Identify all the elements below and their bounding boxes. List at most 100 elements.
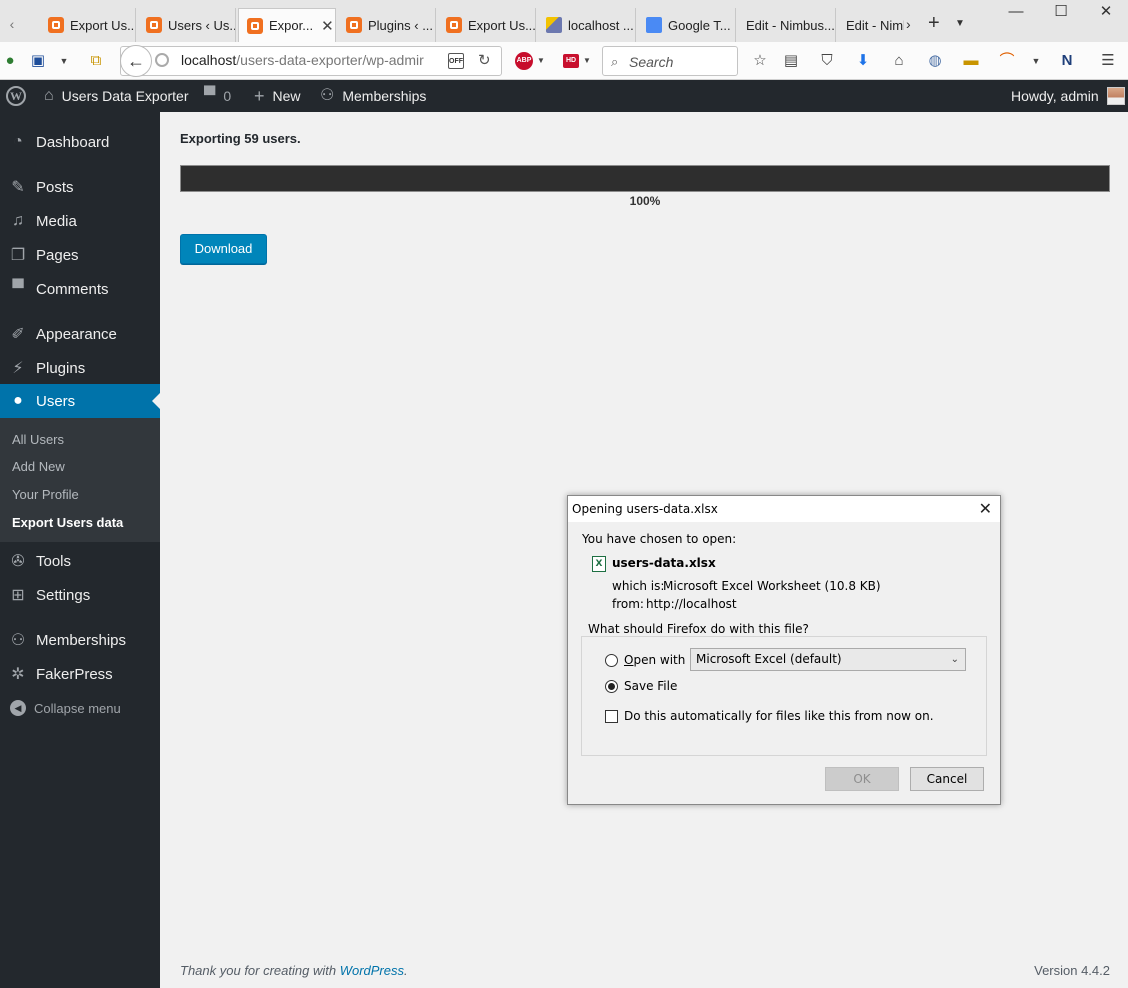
extension-dropdown-icon[interactable]: ▼ — [1026, 51, 1046, 71]
globe-extension-icon[interactable]: ◍ — [925, 51, 945, 71]
close-window-icon[interactable]: ✕ — [1086, 2, 1126, 22]
chevron-down-icon: ⌄ — [950, 654, 959, 665]
search-input[interactable]: ⌕ Search — [602, 46, 738, 76]
submenu-your-profile[interactable]: Your Profile — [12, 487, 79, 502]
save-file-radio[interactable] — [605, 680, 618, 693]
downloads-icon[interactable]: ⬇ — [853, 51, 873, 71]
dialog-filename: users-data.xlsx — [612, 556, 716, 570]
menu-item-users[interactable]: ● Users — [0, 384, 160, 418]
new-content-link[interactable]: + New — [254, 80, 301, 112]
back-button[interactable]: ← — [120, 45, 152, 77]
menu-item-tools[interactable]: ✇ Tools — [0, 544, 160, 578]
site-name-link[interactable]: ⌂ Users Data Exporter — [44, 80, 189, 112]
menu-label: Posts — [36, 178, 74, 196]
menu-item-posts[interactable]: ✎ Posts — [0, 170, 160, 204]
reload-icon[interactable]: ↻ — [478, 51, 491, 69]
menu-item-memberships[interactable]: ⚇ Memberships — [0, 623, 160, 657]
groups-icon: ⚇ — [10, 632, 26, 649]
browser-tab[interactable]: Edit - Nimb — [838, 8, 904, 42]
save-dropdown-icon[interactable]: ▼ — [54, 51, 74, 71]
tabs-scroll-left-icon[interactable]: ‹ — [2, 14, 22, 34]
rainbow-extension-icon[interactable]: ⌒ — [997, 51, 1017, 71]
menu-item-dashboard[interactable]: ◔ Dashboard — [0, 125, 160, 159]
auto-action-label[interactable]: Do this automatically for files like thi… — [624, 709, 934, 723]
url-host: localhost — [181, 52, 237, 68]
browser-tab[interactable]: Google T... — [638, 8, 736, 42]
media-icon: ♫ — [12, 212, 24, 229]
dialog-intro: You have chosen to open: — [582, 532, 737, 546]
bookmark-star-icon[interactable]: ☆ — [750, 51, 770, 71]
menu-item-comments[interactable]: ▀ Comments — [0, 272, 160, 306]
menu-item-settings[interactable]: ⊞ Settings — [0, 578, 160, 612]
site-name: Users Data Exporter — [61, 88, 189, 104]
pocket-icon[interactable]: ⛉ — [817, 51, 837, 71]
comment-icon: ▀ — [12, 280, 24, 297]
comments-link[interactable]: ▀ 0 — [204, 80, 231, 112]
menu-item-media[interactable]: ♫ Media — [0, 204, 160, 238]
tabs-scroll-right-icon[interactable]: › — [906, 16, 911, 32]
browser-tab[interactable]: Plugins ‹ ... — [338, 8, 436, 42]
wordpress-link[interactable]: WordPress — [340, 963, 404, 978]
browser-tab[interactable]: localhost ... — [538, 8, 636, 42]
cancel-button[interactable]: Cancel — [910, 767, 984, 791]
reading-list-icon[interactable]: ▤ — [781, 51, 801, 71]
open-with-rest: pen with — [633, 653, 686, 667]
minimize-window-icon[interactable]: — — [996, 2, 1036, 22]
save-file-label[interactable]: Save File — [624, 679, 677, 693]
memberships-link[interactable]: ⚇ Memberships — [320, 80, 426, 112]
submenu-add-new[interactable]: Add New — [12, 459, 65, 474]
menu-item-plugins[interactable]: ⚡ Plugins — [0, 351, 160, 385]
users-submenu: All Users Add New Your Profile Export Us… — [0, 418, 160, 542]
wp-logo-menu[interactable]: W — [6, 80, 28, 112]
footer-text: Thank you for creating with — [180, 963, 340, 978]
auto-action-checkbox[interactable] — [605, 710, 618, 723]
maximize-window-icon[interactable]: ☐ — [1041, 2, 1081, 22]
browser-tab[interactable]: Export Us... — [438, 8, 536, 42]
hd-dropdown-icon[interactable]: ▼ — [583, 56, 591, 65]
tab-list-dropdown-icon[interactable]: ▼ — [955, 18, 965, 29]
greeting: Howdy, admin — [1011, 88, 1099, 104]
open-with-radio[interactable] — [605, 654, 618, 667]
phpmyadmin-favicon-icon — [546, 17, 562, 33]
ok-button[interactable]: OK — [825, 767, 899, 791]
tab-label: Expor... — [269, 18, 314, 33]
browser-tab[interactable]: Users ‹ Us... — [138, 8, 236, 42]
account-menu[interactable]: Howdy, admin — [1011, 80, 1125, 112]
adblock-dropdown-icon[interactable]: ▼ — [537, 56, 545, 65]
nimbus-extension-icon[interactable]: N — [1057, 51, 1077, 71]
save-page-icon[interactable]: ▣ — [28, 51, 48, 71]
menu-label: Media — [36, 212, 77, 230]
close-icon[interactable]: ✕ — [979, 499, 992, 518]
bookmark-sync-icon[interactable]: ⧉ — [86, 51, 106, 71]
ruler-extension-icon[interactable]: ▬ — [961, 51, 981, 71]
tab-label: Plugins ‹ ... — [368, 17, 434, 33]
wrench-icon: ✇ — [11, 553, 25, 570]
green-extension-icon[interactable]: ● — [0, 51, 20, 71]
browser-toolbar: ● ▣ ▼ ⧉ ← localhost/users-data-exporter/… — [0, 42, 1128, 80]
download-button[interactable]: Download — [180, 234, 267, 264]
collapse-menu-button[interactable]: ◀ Collapse menu — [0, 698, 160, 718]
url-text[interactable]: localhost/users-data-exporter/wp-admir — [181, 52, 431, 68]
menu-item-pages[interactable]: ❐ Pages — [0, 238, 160, 272]
hamburger-menu-icon[interactable]: ☰ — [1098, 51, 1118, 71]
new-tab-icon[interactable]: + — [928, 12, 940, 35]
menu-label: Settings — [36, 586, 91, 604]
home-icon[interactable]: ⌂ — [889, 51, 909, 71]
menu-item-fakerpress[interactable]: ✲ FakerPress — [0, 657, 160, 691]
browser-tab[interactable]: Export Us... — [40, 8, 136, 42]
open-with-app-select[interactable]: Microsoft Excel (default) ⌄ — [690, 648, 966, 671]
search-icon: ⌕ — [611, 54, 619, 69]
adblock-plus-icon[interactable]: ABP — [515, 52, 533, 70]
comments-count: 0 — [223, 88, 232, 104]
close-tab-icon[interactable]: ✕ — [321, 17, 334, 35]
browser-tab[interactable]: Edit - Nimbus... — [738, 8, 836, 42]
off-badge-icon[interactable]: OFF — [448, 53, 464, 69]
submenu-all-users[interactable]: All Users — [12, 432, 64, 447]
progress-percent-label: 100% — [629, 194, 661, 208]
hd-extension-icon[interactable]: HD — [563, 54, 579, 68]
menu-item-appearance[interactable]: ✐ Appearance — [0, 317, 160, 351]
browser-tab-active[interactable]: Expor... ✕ — [238, 8, 336, 42]
open-with-label[interactable]: Open with — [624, 653, 685, 667]
submenu-export-users-data[interactable]: Export Users data — [12, 515, 123, 530]
site-info-icon[interactable] — [155, 53, 169, 67]
